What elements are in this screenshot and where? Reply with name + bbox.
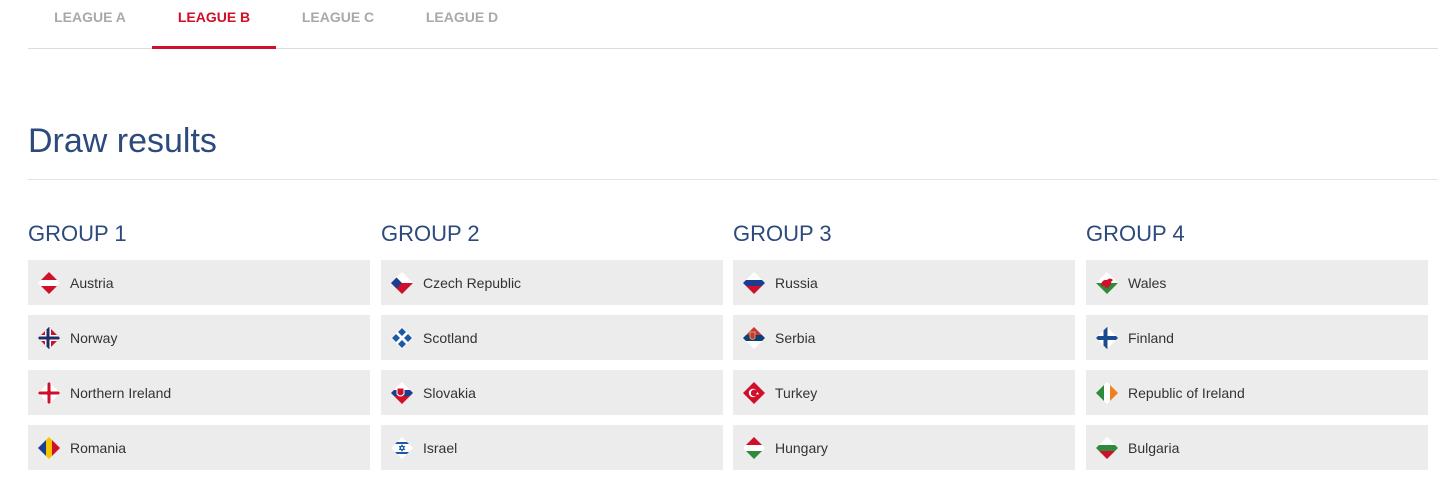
tab-league-a[interactable]: LEAGUE A bbox=[28, 0, 152, 46]
team-slovakia[interactable]: Slovakia bbox=[381, 370, 723, 415]
team-serbia[interactable]: Serbia bbox=[733, 315, 1075, 360]
hungary-flag-icon bbox=[743, 436, 765, 459]
team-name: Austria bbox=[70, 274, 114, 291]
team-norway[interactable]: Norway bbox=[28, 315, 370, 360]
northern-ireland-flag-icon bbox=[38, 381, 60, 404]
wales-flag-icon bbox=[1096, 271, 1118, 294]
team-name: Russia bbox=[775, 274, 818, 291]
turkey-flag-icon bbox=[743, 381, 765, 404]
team-republic-of-ireland[interactable]: Republic of Ireland bbox=[1086, 370, 1428, 415]
team-russia[interactable]: Russia bbox=[733, 260, 1075, 305]
russia-flag-icon bbox=[743, 271, 765, 294]
group-title: GROUP 2 bbox=[381, 221, 480, 246]
tab-league-d[interactable]: LEAGUE D bbox=[400, 0, 524, 46]
team-finland[interactable]: Finland bbox=[1086, 315, 1428, 360]
group-4: GROUP 4 Wales Finland Republic of Irelan… bbox=[1086, 218, 1428, 470]
team-name: Norway bbox=[70, 329, 118, 346]
norway-flag-icon bbox=[38, 326, 60, 349]
tab-league-b[interactable]: LEAGUE B bbox=[152, 0, 276, 49]
team-romania[interactable]: Romania bbox=[28, 425, 370, 470]
team-hungary[interactable]: Hungary bbox=[733, 425, 1075, 470]
team-name: Wales bbox=[1128, 274, 1167, 291]
slovakia-flag-icon bbox=[391, 381, 413, 404]
group-title: GROUP 4 bbox=[1086, 221, 1185, 246]
group-3: GROUP 3 Russia Serbia Turkey Hungary bbox=[733, 218, 1075, 470]
czech-republic-flag-icon bbox=[391, 271, 413, 294]
team-austria[interactable]: Austria bbox=[28, 260, 370, 305]
ireland-flag-icon bbox=[1096, 381, 1118, 404]
group-title: GROUP 3 bbox=[733, 221, 832, 246]
team-wales[interactable]: Wales bbox=[1086, 260, 1428, 305]
israel-flag-icon bbox=[391, 436, 413, 459]
team-name: Romania bbox=[70, 439, 127, 456]
team-name: Hungary bbox=[775, 439, 828, 456]
finland-flag-icon bbox=[1096, 326, 1118, 349]
page-title: Draw results bbox=[28, 122, 217, 160]
group-2: GROUP 2 Czech Republic Scotland Slovakia… bbox=[381, 218, 723, 470]
tab-league-c[interactable]: LEAGUE C bbox=[276, 0, 400, 46]
team-name: Republic of Ireland bbox=[1128, 384, 1245, 401]
team-czech-republic[interactable]: Czech Republic bbox=[381, 260, 723, 305]
team-northern-ireland[interactable]: Northern Ireland bbox=[28, 370, 370, 415]
group-1: GROUP 1 Austria Norway Northern Ireland … bbox=[28, 218, 370, 470]
team-israel[interactable]: Israel bbox=[381, 425, 723, 470]
team-name: Scotland bbox=[423, 329, 478, 346]
page: LEAGUE A LEAGUE B LEAGUE C LEAGUE D Draw… bbox=[0, 0, 1450, 489]
team-name: Slovakia bbox=[423, 384, 476, 401]
serbia-flag-icon bbox=[743, 326, 765, 349]
team-scotland[interactable]: Scotland bbox=[381, 315, 723, 360]
team-name: Turkey bbox=[775, 384, 818, 401]
austria-flag-icon bbox=[38, 271, 60, 294]
team-name: Finland bbox=[1128, 329, 1174, 346]
team-name: Israel bbox=[423, 439, 458, 456]
league-tabs: LEAGUE A LEAGUE B LEAGUE C LEAGUE D bbox=[28, 0, 1438, 49]
team-name: Czech Republic bbox=[423, 274, 522, 291]
team-bulgaria[interactable]: Bulgaria bbox=[1086, 425, 1428, 470]
scotland-flag-icon bbox=[391, 326, 413, 349]
group-title: GROUP 1 bbox=[28, 221, 127, 246]
title-divider bbox=[28, 179, 1438, 180]
romania-flag-icon bbox=[38, 436, 60, 459]
team-name: Serbia bbox=[775, 329, 816, 346]
team-name: Bulgaria bbox=[1128, 439, 1180, 456]
team-name: Northern Ireland bbox=[70, 384, 172, 401]
bulgaria-flag-icon bbox=[1096, 436, 1118, 459]
team-turkey[interactable]: Turkey bbox=[733, 370, 1075, 415]
